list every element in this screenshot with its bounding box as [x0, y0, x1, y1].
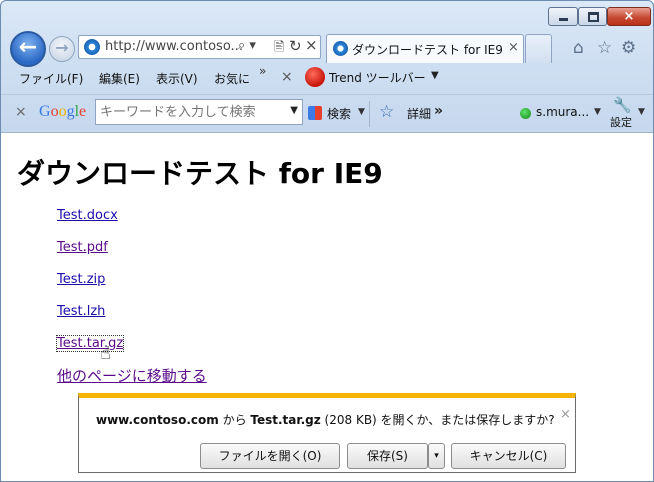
menu-more-chevron-icon[interactable]: » [259, 64, 266, 78]
compatibility-view-icon[interactable]: 🖹 [274, 38, 284, 60]
trend-toolbar-button[interactable]: Trend ツールバー [329, 69, 426, 86]
google-search-icon [308, 106, 322, 120]
trend-micro-icon [305, 67, 325, 87]
minimize-button[interactable] [548, 7, 578, 26]
google-search-button[interactable]: 検索 [327, 105, 351, 122]
browser-window: × ← → http://www.contoso... ⌕ ▾ 🖹 ↻ × ダウ… [0, 0, 654, 482]
tab-close-icon[interactable]: × [508, 40, 519, 55]
settings-dropdown-icon[interactable]: ▼ [638, 107, 645, 117]
toolbar-close-icon[interactable]: × [281, 69, 293, 85]
user-account-button[interactable]: s.mura... [536, 105, 589, 119]
google-toolbar: × Google ▼ 検索 ▼ ☆ 詳細 » s.mura... ▼ 🔧 設定 … [1, 94, 653, 133]
address-bar[interactable]: http://www.contoso... [78, 35, 321, 59]
notification-from: から [218, 413, 251, 427]
save-button[interactable]: 保存(S) [347, 443, 428, 469]
notification-size: (208 KB) [320, 413, 381, 427]
save-options-dropdown-icon[interactable]: ▾ [428, 443, 445, 469]
link-test-tar-gz[interactable]: Test.tar.gz [55, 335, 125, 352]
forward-button[interactable]: → [49, 36, 75, 62]
new-tab-button[interactable] [525, 34, 552, 63]
link-test-zip[interactable]: Test.zip [57, 272, 105, 287]
download-notification-bar: www.contoso.com から Test.tar.gz (208 KB) … [78, 393, 576, 473]
google-toolbar-close-icon[interactable]: × [15, 104, 27, 120]
user-dropdown-icon[interactable]: ▼ [594, 107, 601, 117]
menu-view[interactable]: 表示(V) [156, 70, 198, 87]
page-title: ダウンロードテスト for IE9 [17, 157, 383, 190]
toolbar-divider [369, 101, 370, 127]
back-button[interactable]: ← [10, 31, 46, 67]
detail-button[interactable]: 詳細 [407, 105, 431, 122]
cancel-button[interactable]: キャンセル(C) [451, 443, 566, 469]
notification-message: www.contoso.com から Test.tar.gz (208 KB) … [96, 411, 555, 428]
back-arrow-icon: ← [18, 35, 38, 60]
wrench-icon[interactable]: 🔧 [613, 96, 632, 114]
search-options-dropdown-icon[interactable]: ▼ [358, 107, 365, 117]
link-test-pdf[interactable]: Test.pdf [57, 240, 108, 255]
menu-file[interactable]: ファイル(F) [19, 70, 83, 87]
notification-close-icon[interactable]: × [560, 407, 571, 422]
close-window-button[interactable]: × [607, 7, 651, 26]
refresh-icon[interactable]: ↻ [289, 37, 302, 55]
menu-edit[interactable]: 編集(E) [99, 70, 140, 87]
tab-title: ダウンロードテスト for IE9 [352, 43, 503, 57]
stop-icon[interactable]: × [305, 36, 318, 54]
gear-icon[interactable]: ⚙ [621, 38, 636, 58]
forward-arrow-icon: → [55, 38, 69, 57]
user-status-icon [520, 108, 531, 119]
maximize-button[interactable] [578, 7, 607, 26]
ie-tab-icon [333, 41, 348, 56]
search-dropdown-icon[interactable]: ⌕ ▾ [238, 38, 256, 53]
link-test-lzh[interactable]: Test.lzh [57, 304, 105, 319]
settings-button[interactable]: 設定 [610, 114, 632, 130]
favorites-star-icon[interactable]: ☆ [597, 38, 612, 58]
hand-cursor-icon: ☝ [100, 343, 111, 364]
more-chevron-icon[interactable]: » [434, 103, 443, 119]
trend-dropdown-icon[interactable]: ▼ [431, 70, 439, 81]
menu-bar: ファイル(F) 編集(E) 表示(V) お気に » × Trend ツールバー … [1, 64, 653, 94]
bookmark-star-icon[interactable]: ☆ [379, 102, 394, 122]
home-icon[interactable]: ⌂ [573, 38, 584, 58]
notification-question: を開くか、または保存しますか? [380, 413, 555, 427]
link-other-page[interactable]: 他のページに移動する [57, 365, 207, 386]
notification-file: Test.tar.gz [250, 413, 321, 427]
notification-site: www.contoso.com [96, 413, 219, 427]
menu-favorites[interactable]: お気に [214, 70, 250, 87]
ie-page-icon [84, 39, 100, 55]
open-file-button[interactable]: ファイルを開く(O) [200, 443, 340, 469]
google-logo[interactable]: Google [39, 103, 86, 121]
search-history-dropdown-icon[interactable]: ▼ [290, 105, 298, 116]
tab-active[interactable]: ダウンロードテスト for IE9 × [326, 34, 524, 63]
address-url[interactable]: http://www.contoso... [105, 39, 243, 54]
link-test-docx[interactable]: Test.docx [57, 208, 118, 223]
close-icon: × [623, 9, 635, 24]
google-search-input[interactable] [100, 103, 280, 121]
google-search-box[interactable]: ▼ [95, 99, 303, 125]
